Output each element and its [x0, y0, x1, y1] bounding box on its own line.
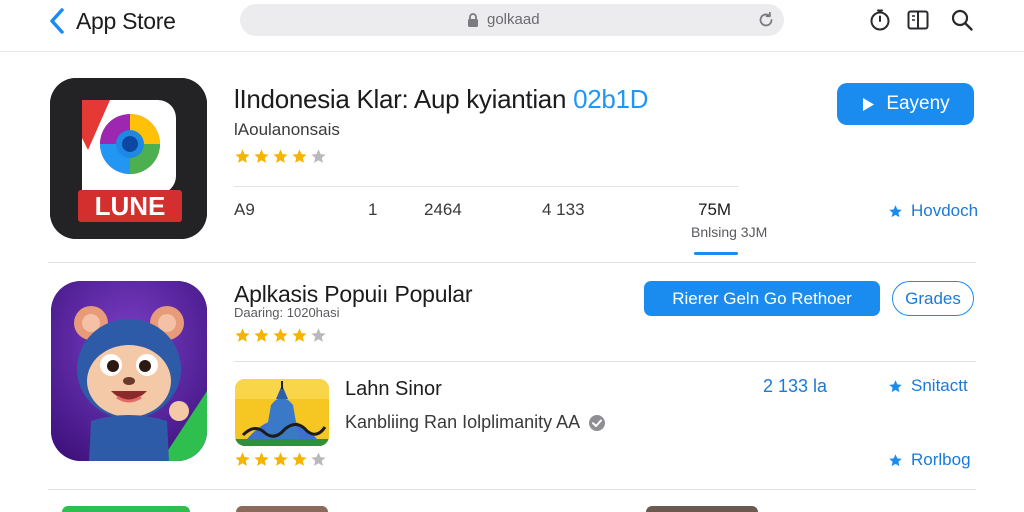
sub-app-icon[interactable]	[235, 379, 329, 446]
book-icon[interactable]	[906, 8, 930, 32]
star-filled-icon	[292, 149, 307, 163]
star-filled-icon	[254, 328, 269, 342]
section-divider	[48, 262, 976, 263]
sub-app-description-text: Kanbliing Ran Iolplimanity AA	[345, 412, 581, 432]
popular-app-icon[interactable]	[51, 281, 207, 461]
featured-app-link-label: Hovdoch	[911, 201, 979, 220]
featured-app-icon[interactable]: LUNE	[50, 78, 207, 239]
star-filled-icon	[254, 149, 269, 163]
reload-icon[interactable]	[756, 10, 776, 30]
featured-app-title-accent: 02b1D	[573, 84, 649, 114]
verified-badge-icon	[589, 414, 606, 431]
featured-app-title-text: lIndonesia Klar: Aup kyiantian	[234, 84, 567, 114]
star-empty-icon	[311, 149, 326, 163]
stat-rank: 1	[368, 200, 378, 219]
stat-age: A9	[234, 200, 255, 219]
sub-app-rating	[234, 451, 327, 468]
sub-app-link-bottom[interactable]: Rorlbog	[888, 450, 971, 470]
stat-reviews: 2464	[424, 200, 462, 219]
featured-app-divider	[234, 186, 739, 187]
star-icon	[889, 204, 902, 217]
popular-section-title: Aplkasis Popuiı Popular	[234, 281, 473, 307]
star-icon	[889, 379, 902, 392]
star-filled-icon	[292, 452, 307, 466]
star-filled-icon	[292, 328, 307, 342]
sub-app-description: Kanbliing Ran Iolplimanity AA	[345, 412, 606, 433]
featured-app-rating	[234, 148, 327, 165]
star-empty-icon	[311, 328, 326, 342]
back-button[interactable]: App Store	[48, 6, 176, 36]
featured-app-link[interactable]: Hovdoch	[888, 201, 978, 221]
stat-downloads: 4 133	[542, 200, 585, 219]
sub-app-link-top-label: Snitactt	[911, 376, 968, 395]
sub-app-icon-art	[235, 379, 329, 446]
star-empty-icon	[311, 452, 326, 466]
next-app-thumb-peek	[236, 506, 328, 512]
featured-app-title: lIndonesia Klar: Aup kyiantian 02b1D	[234, 84, 648, 115]
top-bar: App Store golkaad	[0, 0, 1024, 52]
address-bar[interactable]: golkaad	[240, 4, 784, 36]
lock-icon	[468, 13, 478, 27]
popular-app-icon-art	[51, 281, 207, 461]
play-icon	[863, 97, 875, 111]
next-app-icon-peek[interactable]	[62, 506, 190, 512]
list-divider	[48, 489, 976, 490]
featured-app-get-label: Eayeny	[886, 93, 950, 114]
stat-size-value: 75M	[698, 200, 732, 219]
star-filled-icon	[235, 328, 250, 342]
featured-app-icon-art: LUNE	[50, 78, 207, 239]
star-filled-icon	[273, 149, 288, 163]
star-filled-icon	[273, 328, 288, 342]
star-filled-icon	[273, 452, 288, 466]
grades-button[interactable]: Grades	[892, 281, 974, 316]
chevron-left-icon	[50, 8, 64, 34]
star-filled-icon	[235, 149, 250, 163]
sub-app-title: Lahn Sinor	[345, 378, 442, 400]
popular-app-rating	[234, 327, 327, 344]
star-filled-icon	[235, 452, 250, 466]
featured-app-developer: lAoulanonsais	[234, 120, 340, 139]
sub-app-link-bottom-label: Rorlbog	[911, 450, 971, 469]
star-icon	[889, 453, 902, 466]
url-text: golkaad	[487, 11, 540, 28]
star-filled-icon	[254, 452, 269, 466]
next-app-thumb-peek-2	[646, 506, 758, 512]
search-icon[interactable]	[950, 8, 974, 32]
popular-divider	[234, 361, 976, 362]
popular-section-subtitle: Daaring: 1020hasi	[234, 305, 340, 320]
back-label: App Store	[76, 7, 176, 34]
stat-size-label: Bnlsing 3JM	[691, 224, 768, 240]
clock-icon[interactable]	[868, 8, 892, 32]
stat-selected-indicator	[694, 252, 738, 255]
sub-app-link-top[interactable]: Snitactt	[888, 376, 968, 396]
svg-text:LUNE: LUNE	[95, 191, 166, 221]
popular-primary-button[interactable]: Rierer Geln Go Rethoer	[644, 281, 880, 316]
sub-app-count: 2 133 la	[763, 376, 828, 396]
featured-app-get-button[interactable]: Eayeny	[837, 83, 974, 125]
